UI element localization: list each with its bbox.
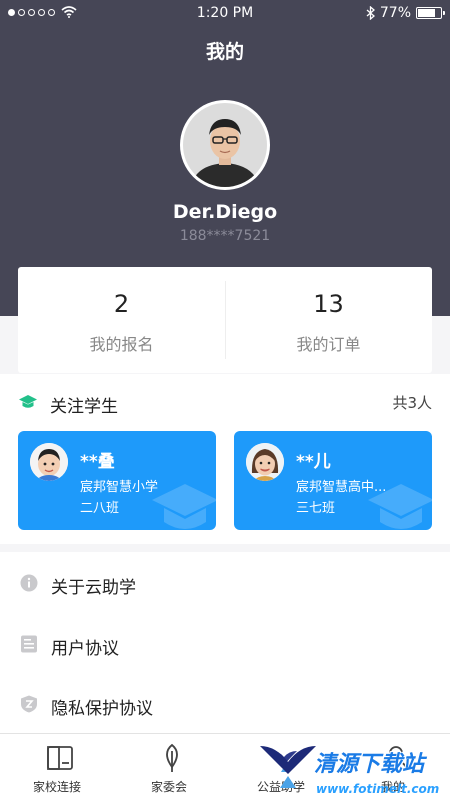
menu-label: 隐私保护协议: [51, 699, 153, 719]
menu-item-user-agreement[interactable]: 用户协议: [0, 615, 450, 675]
student-avatar: [246, 443, 284, 481]
bluetooth-icon: [366, 6, 375, 20]
shield-icon: [21, 695, 37, 713]
stat-registrations[interactable]: 2 我的报名: [18, 267, 225, 373]
student-class: 二八班: [80, 501, 120, 516]
stat-label: 我的报名: [89, 335, 154, 354]
student-name: **叠: [80, 452, 115, 472]
page-title: 我的: [205, 41, 244, 63]
battery-percent: 77%: [379, 5, 411, 21]
menu-item-about[interactable]: 关于云助学: [0, 554, 450, 614]
status-right: 77%: [366, 5, 445, 21]
followed-students-section: 关注学生 共3人 **叠 宸邦智慧小学 二八班 **儿 宸邦智慧高中... 三七…: [0, 374, 450, 544]
tab-parent-committee[interactable]: 家委会: [113, 734, 225, 800]
user-phone: 188****7521: [179, 228, 271, 244]
tab-label: 家委会: [150, 780, 187, 794]
wings-logo-icon: [260, 746, 316, 788]
document-icon: [21, 635, 37, 653]
info-icon: [20, 574, 38, 592]
battery-icon: [416, 7, 445, 19]
student-count[interactable]: 共3人: [392, 392, 432, 413]
menu-label: 关于云助学: [51, 578, 136, 598]
stats-card: 2 我的报名 13 我的订单: [18, 267, 432, 373]
battery-level: [418, 9, 435, 17]
avatar-photo: [183, 103, 267, 187]
graduation-cap-watermark-icon: [368, 484, 432, 529]
menu-label: 用户协议: [51, 639, 119, 659]
site-watermark: 清源下载站 www.fotimelt.com: [258, 738, 450, 800]
stat-value: 2: [113, 290, 130, 318]
stat-value: 13: [313, 290, 344, 318]
menu-item-privacy-policy[interactable]: 隐私保护协议: [0, 675, 450, 735]
section-header: 关注学生 共3人: [18, 392, 432, 417]
tab-label: 家校连接: [32, 780, 81, 794]
student-avatar: [30, 443, 68, 481]
watermark-url: www.fotimelt.com: [316, 782, 440, 796]
graduation-cap-icon: [19, 395, 37, 408]
section-title: 关注学生: [50, 397, 118, 417]
status-bar: 1:20 PM 77%: [0, 0, 450, 28]
stat-label: 我的订单: [296, 335, 361, 354]
leaf-icon: [166, 743, 178, 772]
settings-menu: 关于云助学 用户协议 隐私保护协议: [0, 552, 450, 733]
student-card[interactable]: **儿 宸邦智慧高中... 三七班: [234, 431, 432, 530]
document-icon: [47, 746, 73, 770]
graduation-cap-watermark-icon: [152, 484, 216, 529]
user-avatar[interactable]: [180, 100, 270, 190]
stat-orders[interactable]: 13 我的订单: [225, 267, 432, 373]
tab-home-school[interactable]: 家校连接: [1, 734, 113, 800]
student-card[interactable]: **叠 宸邦智慧小学 二八班: [18, 431, 216, 530]
student-name: **儿: [296, 452, 331, 472]
user-name: Der.Diego: [172, 201, 278, 223]
watermark-text: 清源下载站: [314, 752, 425, 777]
student-class: 三七班: [296, 501, 336, 516]
